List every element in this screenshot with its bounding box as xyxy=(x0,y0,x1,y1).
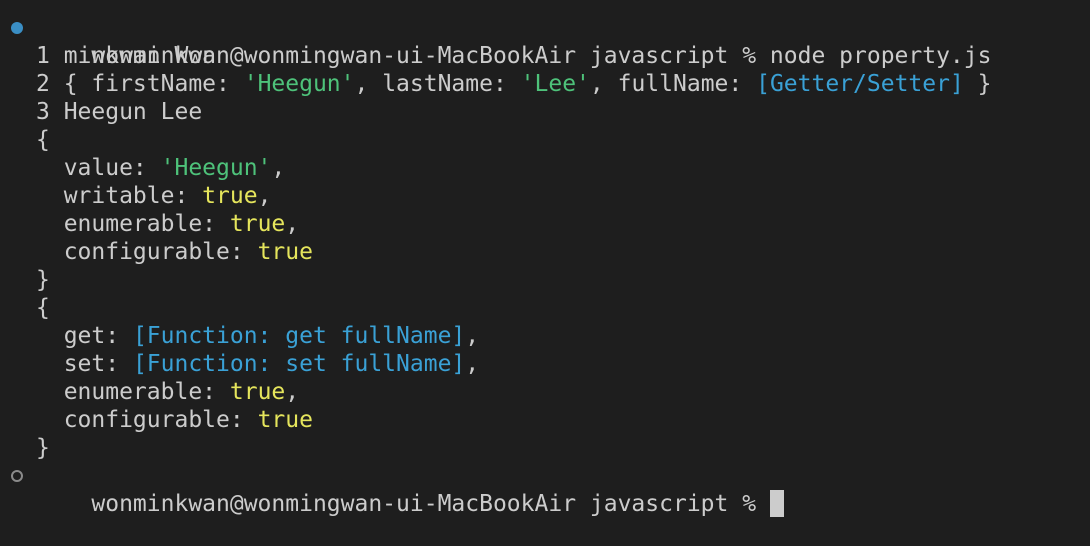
descriptor-close-brace: } xyxy=(36,267,50,293)
boolean-value: true xyxy=(257,407,313,433)
getter-setter-value: [Getter/Setter] xyxy=(756,71,964,97)
descriptor-enumerable-line: enumerable: true, xyxy=(36,211,300,237)
descriptor-writable-line: writable: true, xyxy=(36,183,272,209)
string-value: 'Heegun' xyxy=(243,71,355,97)
command-line: wonminkwan@wonmingwan-ui-MacBookAir java… xyxy=(0,14,1090,69)
output-line-1: 1 minkwan Won xyxy=(36,43,217,69)
output-line-3: 3 Heegun Lee xyxy=(36,99,203,125)
accessor-close-brace: } xyxy=(36,435,50,461)
boolean-value: true xyxy=(229,379,286,405)
descriptor-configurable-line: configurable: true xyxy=(36,239,313,265)
string-value: 'Lee' xyxy=(520,71,590,97)
boolean-value: true xyxy=(202,183,258,209)
accessor-set-line: set: [Function: set fullName], xyxy=(36,351,480,377)
string-value: 'Heegun' xyxy=(160,155,272,181)
accessor-get-line: get: [Function: get fullName], xyxy=(36,323,480,349)
output-line-2: 2 { firstName: 'Heegun', lastName: 'Lee'… xyxy=(36,71,992,97)
accessor-enumerable-line: enumerable: true, xyxy=(36,379,300,405)
prompt-text: wonminkwan@wonmingwan-ui-MacBookAir java… xyxy=(91,491,757,517)
terminal-cursor[interactable] xyxy=(769,490,784,517)
descriptor-value-line: value: 'Heegun', xyxy=(36,155,286,181)
command-success-dot-icon[interactable] xyxy=(11,22,23,34)
prompt-line[interactable]: wonminkwan@wonmingwan-ui-MacBookAir java… xyxy=(0,462,1090,517)
accessor-open-brace: { xyxy=(36,295,50,321)
terminal-output: wonminkwan@wonmingwan-ui-MacBookAir java… xyxy=(0,14,1090,517)
descriptor-open-brace: { xyxy=(36,127,50,153)
boolean-value: true xyxy=(229,211,286,237)
accessor-configurable-line: configurable: true xyxy=(36,407,313,433)
command-idle-dot-icon xyxy=(11,470,23,482)
boolean-value: true xyxy=(257,239,313,265)
function-value: [Function: set fullName] xyxy=(132,351,466,377)
function-value: [Function: get fullName] xyxy=(132,323,466,349)
